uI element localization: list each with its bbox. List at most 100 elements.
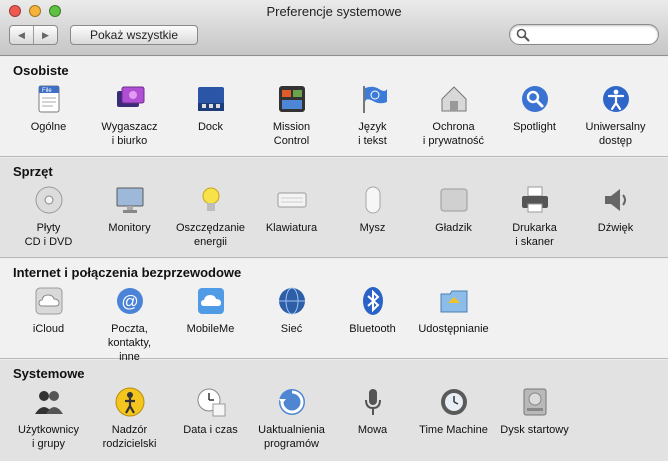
pref-pane-printer[interactable]: Drukarka i skaner — [494, 184, 575, 249]
parental-controls-icon — [115, 387, 144, 417]
pref-pane-label: Nadzór rodzicielski — [102, 424, 157, 450]
language-flag-icon — [362, 86, 387, 113]
pref-pane-users-groups[interactable]: Użytkownicy i grupy — [8, 386, 89, 451]
back-button[interactable]: ◀ — [10, 26, 33, 44]
section-title: Sprzęt — [13, 164, 53, 179]
pref-pane-label: Uaktualnienia programów — [258, 424, 325, 450]
spotlight-icon — [521, 86, 548, 112]
section-items: File Ogólne Wygaszacz i biurko Dock Mission … — [8, 83, 656, 148]
section-hardware: Sprzęt Płyty CD i DVD Monitory Oszczędzani… — [0, 158, 668, 258]
pref-pane-label: Płyty CD i DVD — [24, 222, 73, 248]
bluetooth-icon — [362, 287, 383, 315]
time-machine-icon — [440, 389, 467, 415]
search-field[interactable] — [509, 24, 659, 45]
icloud-icon — [35, 287, 62, 315]
trackpad-icon — [440, 188, 467, 212]
pref-pane-label: Użytkownicy i grupy — [17, 424, 80, 450]
pref-pane-security-house[interactable]: Ochrona i prywatność — [413, 83, 494, 148]
pref-pane-label: Mowa — [357, 424, 388, 436]
section-items: Płyty CD i DVD Monitory Oszczędzanie energ… — [8, 184, 656, 249]
section-personal: Osobiste File Ogólne Wygaszacz i biurko Doc… — [0, 57, 668, 157]
mission-control-icon — [278, 86, 305, 112]
back-forward-control: ◀ ▶ — [9, 25, 58, 45]
section-items: Użytkownicy i grupy Nadzór rodzicielski Da… — [8, 386, 575, 451]
pref-pane-date-time-clock[interactable]: Data i czas — [170, 386, 251, 451]
section-title: Osobiste — [13, 63, 69, 78]
pref-pane-desktop-screensaver[interactable]: Wygaszacz i biurko — [89, 83, 170, 148]
pref-pane-label: Data i czas — [183, 424, 238, 436]
general-icon: File — [38, 85, 59, 113]
pref-pane-label: Ochrona i prywatność — [422, 121, 485, 147]
pref-pane-mobileme-cloud[interactable]: MobileMe — [170, 285, 251, 364]
startup-disk-icon — [523, 388, 546, 416]
pref-pane-icloud[interactable]: iCloud — [8, 285, 89, 364]
pref-pane-label: Dysk startowy — [500, 424, 569, 436]
window-title: Preferencje systemowe — [266, 4, 402, 19]
sharing-folder-icon — [440, 290, 467, 313]
pref-pane-trackpad[interactable]: Gładzik — [413, 184, 494, 249]
pref-pane-label: Język i tekst — [358, 121, 387, 147]
pref-pane-label: Dock — [197, 121, 224, 133]
software-update-icon — [278, 389, 305, 415]
pref-pane-software-update[interactable]: Uaktualnienia programów — [251, 386, 332, 451]
pref-pane-label: Udostępnianie — [418, 323, 489, 335]
pref-pane-bluetooth[interactable]: Bluetooth — [332, 285, 413, 364]
pref-pane-dock[interactable]: Dock — [170, 83, 251, 148]
monitor-icon — [116, 187, 143, 213]
pref-pane-keyboard[interactable]: Klawiatura — [251, 184, 332, 249]
svg-text:File: File — [42, 88, 52, 94]
pref-pane-label: Poczta, kontakty, inne — [107, 323, 152, 363]
desktop-screensaver-icon — [116, 86, 144, 107]
title-bar: Preferencje systemowe ◀ ▶ Pokaż wszystki… — [0, 0, 668, 56]
pref-pane-general[interactable]: File Ogólne — [8, 83, 89, 148]
pref-pane-cd-dvd[interactable]: Płyty CD i DVD — [8, 184, 89, 249]
mouse-icon — [365, 186, 380, 214]
dock-icon — [197, 87, 224, 111]
pref-pane-label: Gładzik — [435, 222, 472, 234]
date-time-clock-icon — [197, 388, 225, 417]
pref-pane-accessibility[interactable]: Uniwersalny dostęp — [575, 83, 656, 148]
printer-icon — [521, 186, 548, 213]
pref-pane-spotlight[interactable]: Spotlight — [494, 83, 575, 148]
pref-pane-label: Ogólne — [30, 121, 67, 133]
section-system: Systemowe Użytkownicy i grupy Nadzór rodz… — [0, 360, 668, 461]
pref-pane-language-flag[interactable]: Język i tekst — [332, 83, 413, 148]
pref-pane-network-globe[interactable]: Sieć — [251, 285, 332, 364]
pref-pane-mail-at[interactable]: @ Poczta, kontakty, inne — [89, 285, 170, 364]
pref-pane-label: MobileMe — [186, 323, 235, 335]
section-title: Internet i połączenia bezprzewodowe — [13, 265, 242, 280]
microphone-icon — [364, 389, 381, 415]
pref-pane-monitor[interactable]: Monitory — [89, 184, 170, 249]
pref-pane-mission-control[interactable]: Mission Control — [251, 83, 332, 148]
pref-pane-startup-disk[interactable]: Dysk startowy — [494, 386, 575, 451]
pref-pane-microphone[interactable]: Mowa — [332, 386, 413, 451]
pref-pane-label: Spotlight — [513, 121, 556, 133]
pref-pane-label: Sieć — [280, 323, 303, 335]
section-title: Systemowe — [13, 366, 85, 381]
pref-pane-label: Dźwięk — [597, 222, 634, 234]
search-icon — [516, 28, 530, 42]
pref-pane-speaker[interactable]: Dźwięk — [575, 184, 656, 249]
security-house-icon — [441, 86, 466, 112]
pref-pane-label: Mysz — [359, 222, 386, 234]
pref-pane-lightbulb[interactable]: Oszczędzanie energii — [170, 184, 251, 249]
pref-pane-label: Wygaszacz i biurko — [101, 121, 158, 147]
forward-button[interactable]: ▶ — [33, 26, 57, 44]
show-all-button[interactable]: Pokaż wszystkie — [70, 25, 198, 45]
accessibility-icon — [602, 86, 629, 112]
pref-pane-label: Klawiatura — [265, 222, 318, 234]
pref-pane-label: Oszczędzanie energii — [175, 222, 246, 248]
section-items: iCloud @ Poczta, kontakty, inne MobileMe Sie… — [8, 285, 494, 364]
speaker-icon — [604, 189, 626, 211]
pref-pane-label: Time Machine — [419, 424, 488, 436]
svg-text:@: @ — [121, 292, 138, 311]
pref-pane-parental-controls[interactable]: Nadzór rodzicielski — [89, 386, 170, 451]
pref-pane-label: Monitory — [108, 222, 151, 234]
pref-pane-time-machine[interactable]: Time Machine — [413, 386, 494, 451]
pref-pane-label: Mission Control — [272, 121, 311, 147]
pref-pane-mouse[interactable]: Mysz — [332, 184, 413, 249]
cd-dvd-icon — [35, 186, 62, 214]
pref-pane-sharing-folder[interactable]: Udostępnianie — [413, 285, 494, 364]
mobileme-cloud-icon — [197, 288, 224, 314]
pref-pane-label: iCloud — [32, 323, 65, 335]
